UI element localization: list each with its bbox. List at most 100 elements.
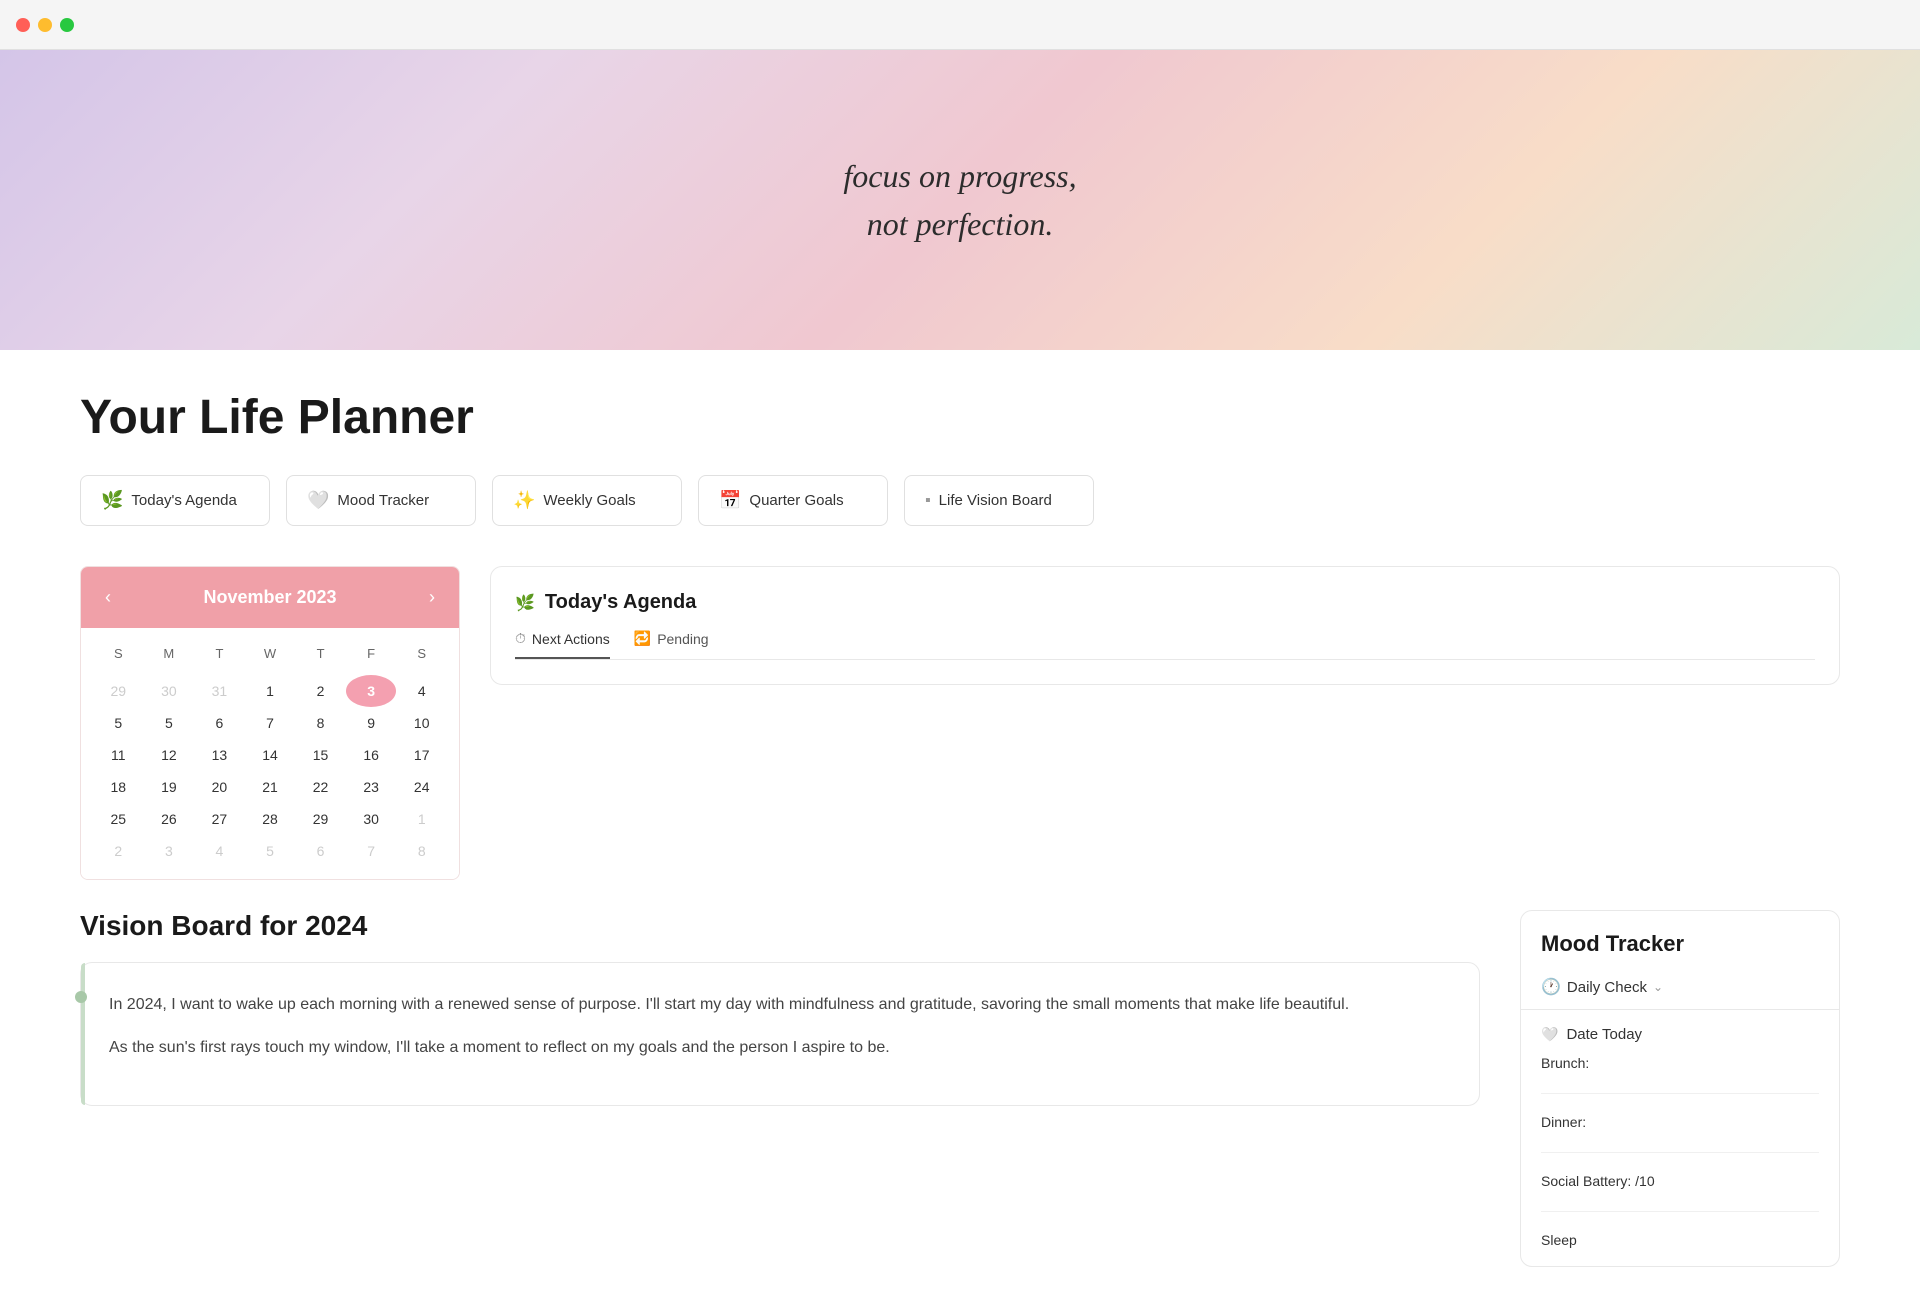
cal-cell[interactable]: 29 [295,803,346,835]
nav-quarter-goals[interactable]: 📅 Quarter Goals [698,475,888,526]
top-section: ‹ November 2023 › S M T W T F S [80,566,1840,880]
cal-cell[interactable]: 8 [295,707,346,739]
cal-cell[interactable]: 3 [144,835,195,867]
next-actions-label: Next Actions [532,631,610,647]
cal-cell[interactable]: 15 [295,739,346,771]
cal-cell[interactable]: 17 [396,739,447,771]
cal-cell[interactable]: 13 [194,739,245,771]
vision-card: In 2024, I want to wake up each morning … [80,962,1480,1106]
daily-check-row[interactable]: 🕐 Daily Check ⌄ [1521,969,1839,1010]
cal-cell[interactable]: 2 [93,835,144,867]
cal-cell[interactable]: 23 [346,771,397,803]
close-button[interactable] [16,18,30,32]
cal-cell[interactable]: 21 [245,771,296,803]
maximize-button[interactable] [60,18,74,32]
cal-cell[interactable]: 29 [93,675,144,707]
nav-todays-agenda[interactable]: 🌿 Today's Agenda [80,475,270,526]
cal-cell[interactable]: 27 [194,803,245,835]
vision-column: Vision Board for 2024 In 2024, I want to… [80,910,1480,1267]
hero-quote-line1: focus on progress, [843,152,1076,200]
cal-cell[interactable]: 2 [295,675,346,707]
calendar-next-button[interactable]: › [421,583,443,612]
cal-cell[interactable]: 9 [346,707,397,739]
mood-divider [1541,1152,1819,1153]
day-label-tue: T [194,640,245,667]
minimize-button[interactable] [38,18,52,32]
todays-agenda-label: Today's Agenda [131,492,236,509]
mood-header: Mood Tracker [1521,911,1839,969]
agenda-header: 🌿 Today's Agenda [515,591,1815,614]
next-actions-icon: ⏱ [515,630,526,647]
cal-cell[interactable]: 20 [194,771,245,803]
social-battery-label: Social Battery: /10 [1541,1173,1819,1189]
page-title: Your Life Planner [80,390,1840,445]
nav-life-vision-board[interactable]: ▪ Life Vision Board [904,475,1094,526]
vision-dot [75,991,87,1003]
mood-widget: Mood Tracker 🕐 Daily Check ⌄ 🤍 Date Toda… [1520,910,1840,1267]
nav-mood-tracker[interactable]: 🤍 Mood Tracker [286,475,476,526]
life-vision-board-label: Life Vision Board [939,492,1052,509]
cal-cell[interactable]: 18 [93,771,144,803]
calendar-body: S M T W T F S 29 30 31 1 2 [81,628,459,879]
cal-cell[interactable]: 30 [346,803,397,835]
cal-cell[interactable]: 14 [245,739,296,771]
agenda-tabs: ⏱ Next Actions 🔁 Pending [515,630,1815,660]
cal-cell[interactable]: 11 [93,739,144,771]
cal-cell[interactable]: 7 [245,707,296,739]
nav-weekly-goals[interactable]: ✨ Weekly Goals [492,475,682,526]
hero-banner: focus on progress, not perfection. [0,50,1920,350]
cal-cell[interactable]: 6 [295,835,346,867]
weekly-goals-label: Weekly Goals [543,492,635,509]
life-vision-board-icon: ▪ [925,492,931,510]
calendar-prev-button[interactable]: ‹ [97,583,119,612]
mood-table: 🤍 Date Today Brunch: Dinner: Soc [1521,1010,1839,1266]
calendar-days-header: S M T W T F S [93,640,447,667]
cal-cell[interactable]: 1 [396,803,447,835]
daily-check-label: Daily Check [1567,979,1647,996]
day-label-sat: S [396,640,447,667]
cal-cell[interactable]: 5 [245,835,296,867]
tab-next-actions[interactable]: ⏱ Next Actions [515,630,610,659]
cal-cell[interactable]: 5 [93,707,144,739]
agenda-title: Today's Agenda [545,591,696,614]
mood-divider [1541,1211,1819,1212]
hero-quote: focus on progress, not perfection. [843,152,1076,248]
agenda-column: 🌿 Today's Agenda ⏱ Next Actions 🔁 Pendin… [490,566,1840,880]
bottom-section: Vision Board for 2024 In 2024, I want to… [80,910,1840,1267]
mood-row-social-battery: Social Battery: /10 [1541,1173,1819,1191]
daily-check-icon: 🕐 [1541,977,1561,997]
cal-cell[interactable]: 4 [194,835,245,867]
cal-cell[interactable]: 26 [144,803,195,835]
pending-label: Pending [657,631,708,647]
cal-cell[interactable]: 5 [144,707,195,739]
chevron-down-icon: ⌄ [1653,980,1663,994]
calendar-header: ‹ November 2023 › [81,567,459,628]
cal-cell[interactable]: 12 [144,739,195,771]
tab-pending[interactable]: 🔁 Pending [634,630,709,659]
quarter-goals-icon: 📅 [719,490,741,511]
cal-cell[interactable]: 24 [396,771,447,803]
cal-cell[interactable]: 8 [396,835,447,867]
cal-cell[interactable]: 19 [144,771,195,803]
brunch-label: Brunch: [1541,1055,1819,1071]
cal-cell[interactable]: 28 [245,803,296,835]
vision-text-2: As the sun's first rays touch my window,… [109,1034,1451,1061]
cal-cell[interactable]: 6 [194,707,245,739]
agenda-widget: 🌿 Today's Agenda ⏱ Next Actions 🔁 Pendin… [490,566,1840,685]
cal-cell[interactable]: 31 [194,675,245,707]
day-label-thu: T [295,640,346,667]
cal-cell[interactable]: 7 [346,835,397,867]
cal-cell[interactable]: 10 [396,707,447,739]
vision-board-title: Vision Board for 2024 [80,910,1480,942]
cal-cell[interactable]: 30 [144,675,195,707]
cal-cell[interactable]: 1 [245,675,296,707]
main-content: Your Life Planner 🌿 Today's Agenda 🤍 Moo… [0,350,1920,1307]
cal-cell[interactable]: 22 [295,771,346,803]
cal-cell[interactable]: 25 [93,803,144,835]
calendar-grid: 29 30 31 1 2 3 4 5 5 6 7 8 9 10 [93,675,447,867]
cal-cell-today[interactable]: 3 [346,675,397,707]
cal-cell[interactable]: 4 [396,675,447,707]
mood-table-icon: 🤍 [1541,1026,1558,1043]
calendar-month-year: November 2023 [203,587,336,608]
cal-cell[interactable]: 16 [346,739,397,771]
